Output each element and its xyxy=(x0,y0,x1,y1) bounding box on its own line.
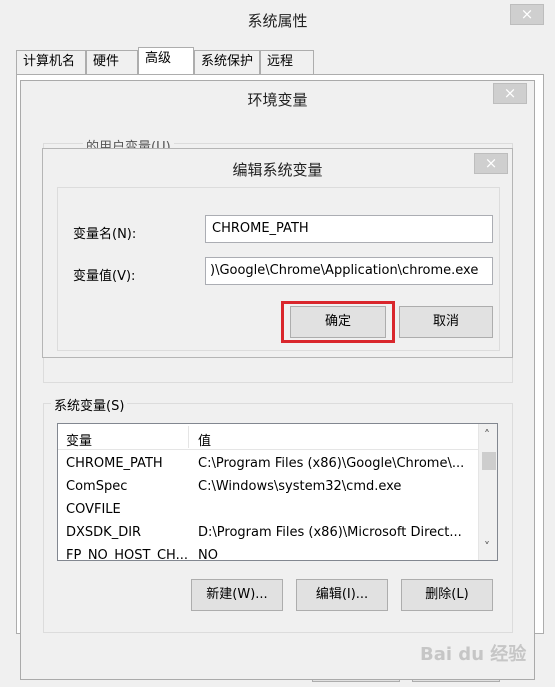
tab-remote[interactable]: 远程 xyxy=(260,50,314,74)
system-variables-list[interactable]: 变量 值 CHROME_PATH C:\Program Files (x86)\… xyxy=(57,423,498,561)
environment-variables-title: 环境变量 xyxy=(247,91,308,109)
row-variable-name: COVFILE xyxy=(66,502,121,517)
variable-value-label: 变量值(V): xyxy=(73,269,136,284)
table-row[interactable]: FP_NO_HOST_CH... NO xyxy=(58,545,478,561)
tab-advanced[interactable]: 高级 xyxy=(138,47,194,74)
edit-dialog-close-button[interactable]: × xyxy=(474,153,508,174)
table-row[interactable]: DXSDK_DIR D:\Program Files (x86)\Microso… xyxy=(58,522,478,545)
edit-system-variable-dialog: 编辑系统变量 × 变量名(N): CHROME_PATH 变量值(V): )\G… xyxy=(42,148,513,358)
row-variable-name: CHROME_PATH xyxy=(66,456,163,471)
scroll-thumb[interactable] xyxy=(482,452,496,470)
tab-computer-name[interactable]: 计算机名 xyxy=(16,50,86,74)
table-row[interactable]: COVFILE xyxy=(58,499,478,522)
list-header-row: 变量 值 xyxy=(58,424,478,450)
variable-name-input[interactable]: CHROME_PATH xyxy=(205,215,493,243)
row-variable-value: NO xyxy=(198,548,218,561)
system-properties-title: 系统属性 xyxy=(247,12,308,30)
row-variable-value: C:\Windows\system32\cmd.exe xyxy=(198,479,402,494)
system-properties-close-button[interactable]: × xyxy=(510,4,544,25)
row-variable-value: C:\Program Files (x86)\Google\Chrome\... xyxy=(198,456,465,471)
edit-variable-button[interactable]: 编辑(I)... xyxy=(296,579,388,611)
variable-name-label: 变量名(N): xyxy=(73,227,137,242)
table-row[interactable]: CHROME_PATH C:\Program Files (x86)\Googl… xyxy=(58,453,478,476)
row-variable-name: ComSpec xyxy=(66,479,128,494)
edit-cancel-button[interactable]: 取消 xyxy=(399,306,493,338)
edit-ok-button[interactable]: 确定 xyxy=(290,306,386,338)
list-scrollbar[interactable]: ˄ ˅ xyxy=(478,424,497,560)
column-divider xyxy=(188,426,189,448)
delete-variable-button[interactable]: 删除(L) xyxy=(401,579,493,611)
edit-dialog-title: 编辑系统变量 xyxy=(232,161,323,179)
column-header-variable[interactable]: 变量 xyxy=(66,430,92,449)
table-row[interactable]: ComSpec C:\Windows\system32\cmd.exe xyxy=(58,476,478,499)
row-variable-value: D:\Program Files (x86)\Microsoft Direct.… xyxy=(198,525,462,540)
baidu-watermark: Bai du 经验 xyxy=(420,644,527,665)
column-header-value[interactable]: 值 xyxy=(198,430,211,449)
row-variable-name: DXSDK_DIR xyxy=(66,525,142,540)
system-variables-label: 系统变量(S) xyxy=(51,395,128,414)
variable-value-input[interactable]: )\Google\Chrome\Application\chrome.exe xyxy=(205,257,493,285)
scroll-down-arrow-icon[interactable]: ˅ xyxy=(484,540,490,554)
tab-system-protection[interactable]: 系统保护 xyxy=(194,50,260,74)
tab-hardware[interactable]: 硬件 xyxy=(86,50,138,74)
environment-variables-close-button[interactable]: × xyxy=(493,83,527,104)
row-variable-name: FP_NO_HOST_CH... xyxy=(66,548,188,561)
new-variable-button[interactable]: 新建(W)... xyxy=(191,579,283,611)
scroll-up-arrow-icon[interactable]: ˄ xyxy=(484,428,490,442)
